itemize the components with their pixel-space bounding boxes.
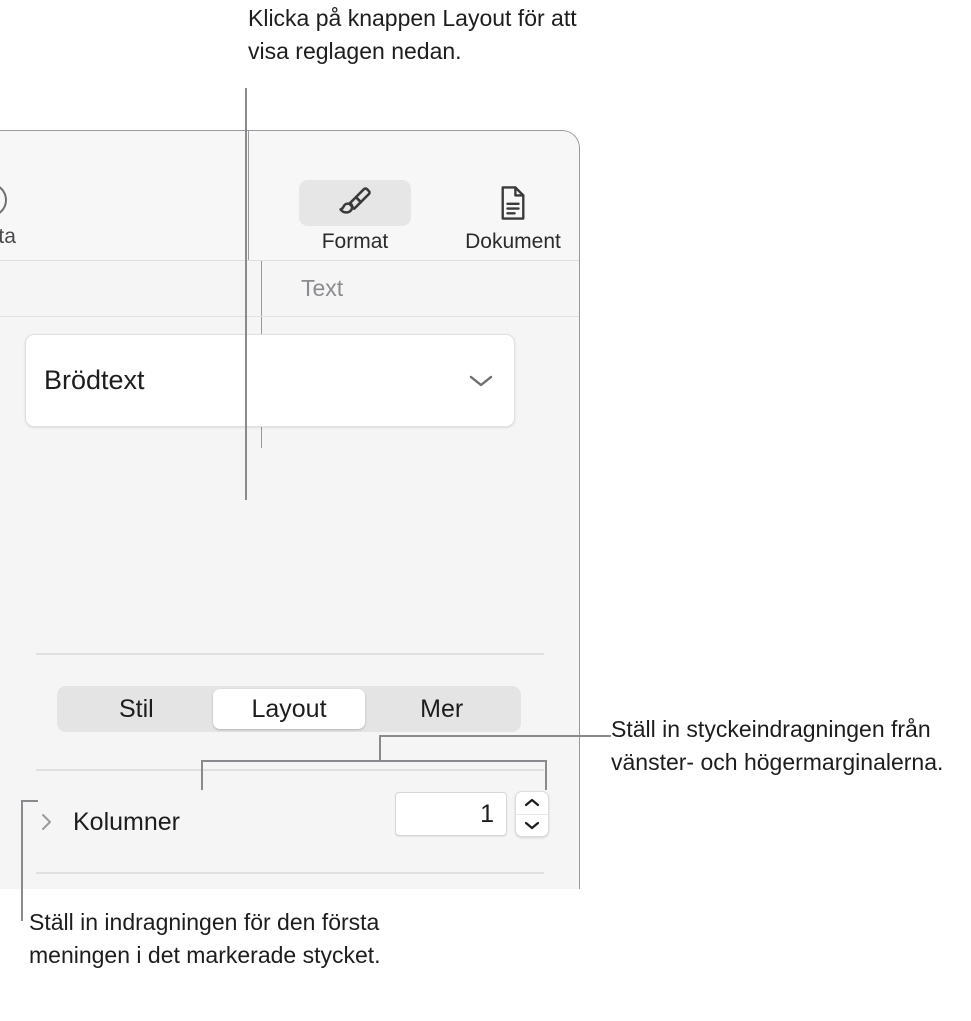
paintbrush-icon-container — [299, 180, 411, 226]
chevron-down-icon — [468, 373, 494, 389]
toolbar-item-dokument[interactable]: Dokument — [447, 180, 579, 254]
inspector-toolbar: beta Format — [0, 131, 579, 261]
columns-stepper-down-icon[interactable] — [516, 815, 548, 837]
callout-top-leader-line — [245, 88, 247, 500]
callout-bottom-leader-horizontal — [21, 800, 38, 802]
section-divider-3 — [36, 872, 544, 874]
columns-disclosure-chevron-right-icon[interactable] — [35, 812, 57, 832]
callout-right-text: Ställ in styckeindragningen från vänster… — [611, 716, 944, 775]
toolbar-right-region: Format Dokument — [249, 180, 579, 260]
callout-top-text: Klicka på knappen Layout för att visa re… — [248, 5, 577, 64]
columns-stepper-up-icon[interactable] — [516, 792, 548, 815]
tab-mer[interactable]: Mer — [365, 689, 518, 729]
callout-right-bracket-right-tick — [545, 760, 547, 790]
format-inspector-panel: beta Format — [0, 130, 580, 889]
inspector-subheader: Text — [0, 261, 579, 317]
callout-right-bracket-stem-vertical — [379, 735, 381, 762]
callout-bottom-text: Ställ in indragningen för den första men… — [29, 909, 381, 968]
toolbar-item-format[interactable]: Format — [289, 180, 421, 254]
toolbar-item-dokument-label: Dokument — [465, 230, 561, 253]
columns-label: Kolumner — [73, 807, 180, 836]
toolbar-item-format-label: Format — [321, 230, 389, 253]
subheader-label: Text — [301, 275, 344, 301]
inspector-tab-segmented-control[interactable]: Stil Layout Mer — [57, 686, 521, 732]
columns-stepper-control: 1 — [395, 791, 549, 837]
tab-stil[interactable]: Stil — [60, 689, 213, 729]
share-label: beta — [0, 225, 16, 248]
section-divider-2 — [36, 769, 544, 771]
callout-right-bracket-top — [201, 760, 546, 762]
callout-bottom-leader-vertical — [21, 800, 23, 921]
document-icon — [496, 184, 530, 222]
columns-stepper[interactable] — [515, 791, 549, 837]
panel-divider-vertical — [261, 261, 262, 316]
paragraph-style-value: Brödtext — [44, 365, 145, 395]
share-icon — [0, 183, 7, 217]
callout-right-bracket-left-tick — [201, 760, 203, 790]
paragraph-style-popup[interactable]: Brödtext — [25, 334, 515, 427]
columns-input[interactable]: 1 — [395, 792, 507, 836]
toolbar-left-region: beta — [0, 131, 249, 260]
paintbrush-icon — [336, 184, 374, 222]
callout-right-bracket-stem-horizontal — [379, 735, 611, 737]
section-divider-1 — [36, 653, 544, 655]
document-icon-container — [457, 180, 569, 226]
tab-layout[interactable]: Layout — [212, 689, 366, 729]
